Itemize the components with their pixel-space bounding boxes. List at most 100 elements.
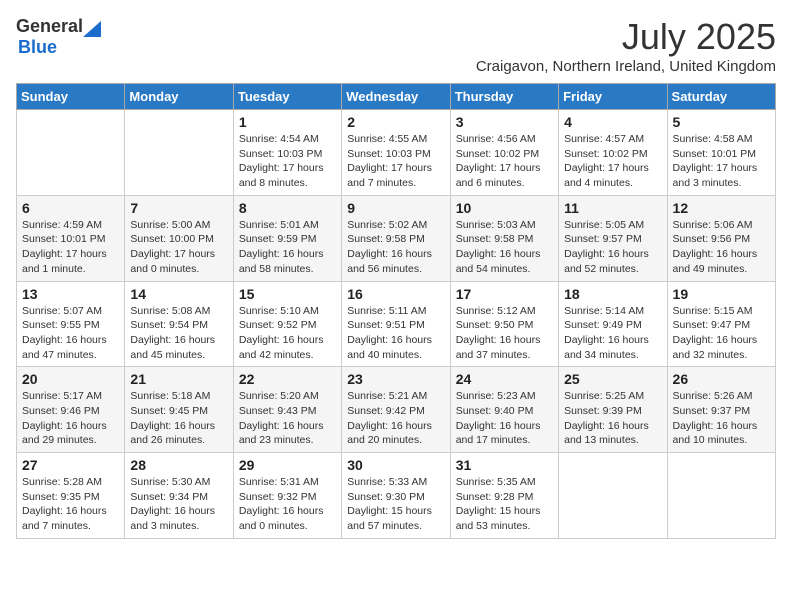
day-info: Sunrise: 5:11 AM Sunset: 9:51 PM Dayligh… [347, 304, 444, 363]
logo-icon [83, 17, 101, 37]
day-cell: 20Sunrise: 5:17 AM Sunset: 9:46 PM Dayli… [17, 367, 125, 453]
day-number: 6 [22, 200, 119, 216]
week-row-2: 6 Sunrise: 4:59 AM Sunset: 10:01 PM Dayli… [17, 195, 776, 281]
day-cell: 23 Sunrise: 5:21 AM Sunset: 9:42 PM Dayli… [342, 367, 450, 453]
day-info: Sunrise: 4:54 AM Sunset: 10:03 PM Daylig… [239, 132, 336, 191]
week-row-4: 20Sunrise: 5:17 AM Sunset: 9:46 PM Dayli… [17, 367, 776, 453]
col-saturday: Saturday [667, 84, 775, 110]
day-info: Sunrise: 4:55 AM Sunset: 10:03 PM Daylig… [347, 132, 444, 191]
day-cell: 14 Sunrise: 5:08 AM Sunset: 9:54 PM Dayli… [125, 281, 233, 367]
col-thursday: Thursday [450, 84, 558, 110]
day-number: 14 [130, 286, 227, 302]
day-info: Sunrise: 5:20 AM Sunset: 9:43 PM Dayligh… [239, 389, 336, 448]
day-cell: 21Sunrise: 5:18 AM Sunset: 9:45 PM Dayli… [125, 367, 233, 453]
day-info: Sunrise: 5:14 AM Sunset: 9:49 PM Dayligh… [564, 304, 661, 363]
day-number: 9 [347, 200, 444, 216]
day-cell [17, 110, 125, 196]
day-info: Sunrise: 5:30 AM Sunset: 9:34 PM Dayligh… [130, 475, 227, 534]
day-number: 17 [456, 286, 553, 302]
logo-general: General [16, 16, 83, 37]
day-cell: 8Sunrise: 5:01 AM Sunset: 9:59 PM Daylig… [233, 195, 341, 281]
day-cell: 5 Sunrise: 4:58 AM Sunset: 10:01 PM Dayli… [667, 110, 775, 196]
logo: General Blue [16, 16, 101, 58]
day-number: 16 [347, 286, 444, 302]
day-number: 24 [456, 371, 553, 387]
col-friday: Friday [559, 84, 667, 110]
day-cell [125, 110, 233, 196]
col-tuesday: Tuesday [233, 84, 341, 110]
day-cell: 1Sunrise: 4:54 AM Sunset: 10:03 PM Dayli… [233, 110, 341, 196]
day-info: Sunrise: 5:10 AM Sunset: 9:52 PM Dayligh… [239, 304, 336, 363]
day-number: 3 [456, 114, 553, 130]
day-cell: 2 Sunrise: 4:55 AM Sunset: 10:03 PM Dayli… [342, 110, 450, 196]
week-row-1: 1Sunrise: 4:54 AM Sunset: 10:03 PM Dayli… [17, 110, 776, 196]
day-cell: 6 Sunrise: 4:59 AM Sunset: 10:01 PM Dayli… [17, 195, 125, 281]
day-info: Sunrise: 5:08 AM Sunset: 9:54 PM Dayligh… [130, 304, 227, 363]
day-info: Sunrise: 5:23 AM Sunset: 9:40 PM Dayligh… [456, 389, 553, 448]
day-cell: 3 Sunrise: 4:56 AM Sunset: 10:02 PM Dayli… [450, 110, 558, 196]
day-cell: 16 Sunrise: 5:11 AM Sunset: 9:51 PM Dayli… [342, 281, 450, 367]
day-number: 18 [564, 286, 661, 302]
day-cell: 31 Sunrise: 5:35 AM Sunset: 9:28 PM Dayli… [450, 453, 558, 539]
day-cell: 17Sunrise: 5:12 AM Sunset: 9:50 PM Dayli… [450, 281, 558, 367]
day-cell: 13 Sunrise: 5:07 AM Sunset: 9:55 PM Dayli… [17, 281, 125, 367]
day-cell: 10 Sunrise: 5:03 AM Sunset: 9:58 PM Dayli… [450, 195, 558, 281]
day-number: 8 [239, 200, 336, 216]
day-info: Sunrise: 4:58 AM Sunset: 10:01 PM Daylig… [673, 132, 770, 191]
day-cell: 22 Sunrise: 5:20 AM Sunset: 9:43 PM Dayli… [233, 367, 341, 453]
day-cell: 19 Sunrise: 5:15 AM Sunset: 9:47 PM Dayli… [667, 281, 775, 367]
day-cell: 25 Sunrise: 5:25 AM Sunset: 9:39 PM Dayli… [559, 367, 667, 453]
header-row: Sunday Monday Tuesday Wednesday Thursday… [17, 84, 776, 110]
day-number: 19 [673, 286, 770, 302]
day-number: 22 [239, 371, 336, 387]
day-number: 31 [456, 457, 553, 473]
day-cell: 29Sunrise: 5:31 AM Sunset: 9:32 PM Dayli… [233, 453, 341, 539]
day-info: Sunrise: 5:17 AM Sunset: 9:46 PM Dayligh… [22, 389, 119, 448]
day-cell: 27 Sunrise: 5:28 AM Sunset: 9:35 PM Dayli… [17, 453, 125, 539]
month-year: July 2025 [476, 16, 776, 58]
day-info: Sunrise: 5:33 AM Sunset: 9:30 PM Dayligh… [347, 475, 444, 534]
day-info: Sunrise: 5:05 AM Sunset: 9:57 PM Dayligh… [564, 218, 661, 277]
day-number: 7 [130, 200, 227, 216]
calendar-body: 1Sunrise: 4:54 AM Sunset: 10:03 PM Dayli… [17, 110, 776, 539]
day-number: 5 [673, 114, 770, 130]
col-wednesday: Wednesday [342, 84, 450, 110]
day-info: Sunrise: 5:25 AM Sunset: 9:39 PM Dayligh… [564, 389, 661, 448]
day-number: 2 [347, 114, 444, 130]
day-info: Sunrise: 5:35 AM Sunset: 9:28 PM Dayligh… [456, 475, 553, 534]
day-number: 30 [347, 457, 444, 473]
day-number: 27 [22, 457, 119, 473]
day-cell [667, 453, 775, 539]
day-cell: 26Sunrise: 5:26 AM Sunset: 9:37 PM Dayli… [667, 367, 775, 453]
day-info: Sunrise: 5:21 AM Sunset: 9:42 PM Dayligh… [347, 389, 444, 448]
day-info: Sunrise: 5:15 AM Sunset: 9:47 PM Dayligh… [673, 304, 770, 363]
day-cell: 24 Sunrise: 5:23 AM Sunset: 9:40 PM Dayli… [450, 367, 558, 453]
day-cell: 4 Sunrise: 4:57 AM Sunset: 10:02 PM Dayli… [559, 110, 667, 196]
day-info: Sunrise: 5:06 AM Sunset: 9:56 PM Dayligh… [673, 218, 770, 277]
day-number: 15 [239, 286, 336, 302]
day-info: Sunrise: 5:03 AM Sunset: 9:58 PM Dayligh… [456, 218, 553, 277]
day-info: Sunrise: 5:18 AM Sunset: 9:45 PM Dayligh… [130, 389, 227, 448]
col-sunday: Sunday [17, 84, 125, 110]
week-row-3: 13 Sunrise: 5:07 AM Sunset: 9:55 PM Dayli… [17, 281, 776, 367]
day-info: Sunrise: 5:28 AM Sunset: 9:35 PM Dayligh… [22, 475, 119, 534]
day-cell: 18 Sunrise: 5:14 AM Sunset: 9:49 PM Dayli… [559, 281, 667, 367]
logo-blue: Blue [18, 37, 57, 57]
day-info: Sunrise: 4:57 AM Sunset: 10:02 PM Daylig… [564, 132, 661, 191]
day-number: 4 [564, 114, 661, 130]
day-number: 25 [564, 371, 661, 387]
day-number: 10 [456, 200, 553, 216]
week-row-5: 27 Sunrise: 5:28 AM Sunset: 9:35 PM Dayli… [17, 453, 776, 539]
day-cell: 15 Sunrise: 5:10 AM Sunset: 9:52 PM Dayli… [233, 281, 341, 367]
day-info: Sunrise: 4:59 AM Sunset: 10:01 PM Daylig… [22, 218, 119, 277]
day-info: Sunrise: 5:00 AM Sunset: 10:00 PM Daylig… [130, 218, 227, 277]
day-number: 12 [673, 200, 770, 216]
day-number: 13 [22, 286, 119, 302]
day-info: Sunrise: 5:07 AM Sunset: 9:55 PM Dayligh… [22, 304, 119, 363]
day-number: 23 [347, 371, 444, 387]
day-number: 26 [673, 371, 770, 387]
calendar-table: Sunday Monday Tuesday Wednesday Thursday… [16, 83, 776, 539]
day-cell: 11 Sunrise: 5:05 AM Sunset: 9:57 PM Dayli… [559, 195, 667, 281]
day-info: Sunrise: 4:56 AM Sunset: 10:02 PM Daylig… [456, 132, 553, 191]
day-number: 11 [564, 200, 661, 216]
